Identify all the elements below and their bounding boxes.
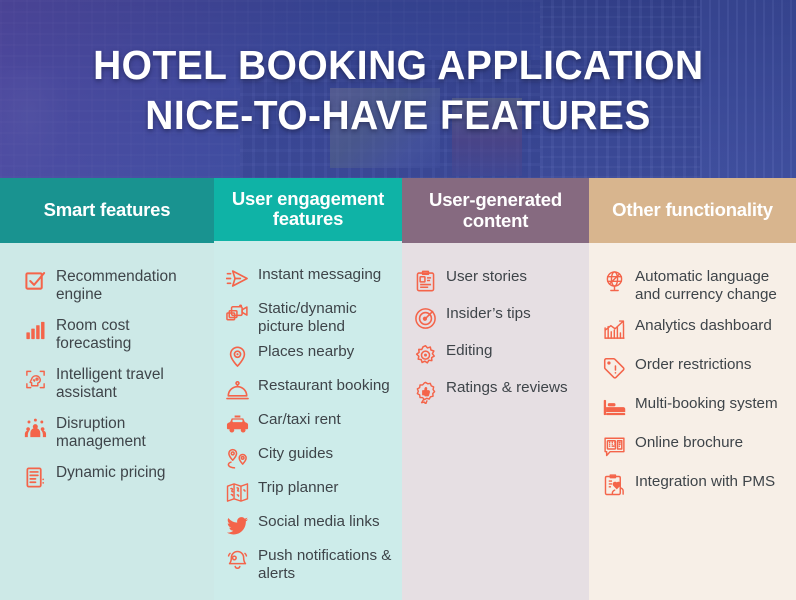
list-item[interactable]: Car/taxi rent [224, 410, 396, 437]
ai-head-icon [22, 366, 48, 392]
column-body-user-generated-content: User stories Insider’s tips Editing Rati… [402, 243, 589, 600]
list-item[interactable]: Editing [412, 341, 583, 368]
analytics-growth-icon [601, 317, 627, 343]
warning-tag-icon [601, 356, 627, 382]
page-title: HOTEL BOOKING APPLICATION NICE-TO-HAVE F… [0, 0, 796, 178]
list-item[interactable]: Instant messaging [224, 265, 396, 292]
list-item[interactable]: Room cost forecasting [22, 316, 206, 353]
list-item[interactable]: Disruption management [22, 414, 206, 451]
column-header-smart-features: Smart features [0, 178, 214, 243]
clipboard-hands-icon [601, 473, 627, 499]
list-item[interactable]: Dynamic pricing [22, 463, 206, 490]
price-list-icon [22, 464, 48, 490]
column-header-other-functionality: Other functionality [589, 178, 796, 243]
send-plane-icon [224, 266, 250, 292]
globe-stand-icon [601, 268, 627, 294]
list-item[interactable]: Push notifications & alerts [224, 546, 396, 583]
list-item-label: Recommendation engine [56, 268, 177, 304]
column-body-user-engagement: Instant messaging Static/dynamic picture… [214, 240, 402, 600]
list-item[interactable]: Social media links [224, 512, 396, 539]
list-item-label: Trip planner [258, 479, 339, 497]
two-pins-icon [224, 445, 250, 471]
column-header-label: Smart features [43, 199, 171, 221]
column-user-engagement-features: User engagement features Instant messagi… [214, 178, 402, 600]
column-body-other-functionality: Automatic language and currency change A… [589, 243, 796, 600]
list-item-label: Car/taxi rent [258, 411, 341, 429]
list-item[interactable]: Trip planner [224, 478, 396, 505]
column-header-user-engagement: User engagement features [214, 178, 402, 241]
checkbox-check-icon [22, 268, 48, 294]
twitter-bird-icon [224, 513, 250, 539]
list-item-label: Push notifications & alerts [258, 547, 392, 583]
list-item-label: City guides [258, 445, 334, 463]
list-item-label: Multi-booking system [635, 394, 778, 412]
feature-columns: Smart features Recommendation engine Roo… [0, 178, 796, 600]
bell-alert-icon [224, 547, 250, 573]
column-header-label: User engagement features [231, 187, 385, 230]
list-item[interactable]: City guides [224, 444, 396, 471]
service-bell-icon [224, 377, 250, 403]
column-user-generated-content: User-generated content User stories Insi… [402, 178, 589, 600]
list-item[interactable]: Analytics dashboard [601, 316, 788, 343]
list-item[interactable]: Insider’s tips [412, 304, 583, 331]
list-item-label: Social media links [258, 513, 380, 531]
list-item[interactable]: Order restrictions [601, 355, 788, 382]
list-item[interactable]: User stories [412, 267, 583, 294]
taxi-icon [224, 411, 250, 437]
list-item-label: Editing [446, 342, 493, 359]
column-body-smart-features: Recommendation engine Room cost forecast… [0, 243, 214, 600]
list-item[interactable]: Integration with PMS [601, 472, 788, 499]
brochure-chat-icon [601, 434, 627, 460]
list-item-label: Insider’s tips [446, 305, 531, 322]
list-item[interactable]: Ratings & reviews [412, 378, 583, 405]
bar-chart-icon [22, 317, 48, 343]
list-item-label: Places nearby [258, 343, 355, 361]
list-item-label: Static/dynamic picture blend [258, 299, 357, 335]
list-item-label: Integration with PMS [635, 472, 776, 490]
list-item[interactable]: Online brochure [601, 433, 788, 460]
list-item-label: Order restrictions [635, 355, 752, 373]
hero-banner: HOTEL BOOKING APPLICATION NICE-TO-HAVE F… [0, 0, 796, 178]
list-item[interactable]: Intelligent travel assistant [22, 365, 206, 402]
list-item-label: User stories [446, 268, 528, 285]
people-group-icon [22, 415, 48, 441]
list-item-label: Instant messaging [258, 265, 382, 283]
camera-photos-icon [224, 300, 250, 326]
list-item-label: Online brochure [635, 433, 744, 451]
map-pin-icon [224, 343, 250, 369]
page-title-line-1: HOTEL BOOKING APPLICATION [92, 42, 704, 89]
column-other-functionality: Other functionality Automatic language a… [589, 178, 796, 600]
list-item[interactable]: Automatic language and currency change [601, 267, 788, 304]
list-item-label: Disruption management [56, 415, 146, 451]
list-item[interactable]: Places nearby [224, 342, 396, 369]
list-item-label: Analytics dashboard [635, 316, 772, 334]
list-item[interactable]: Restaurant booking [224, 376, 396, 403]
bed-icon [601, 395, 627, 421]
thumbs-up-badge-icon [412, 379, 438, 405]
column-header-user-generated-content: User-generated content [402, 178, 589, 243]
column-header-label: Other functionality [612, 199, 773, 221]
list-item-label: Intelligent travel assistant [56, 366, 164, 402]
list-item-label: Room cost forecasting [56, 317, 132, 353]
list-item-label: Restaurant booking [258, 377, 390, 395]
list-item[interactable]: Static/dynamic picture blend [224, 299, 396, 336]
list-item[interactable]: Multi-booking system [601, 394, 788, 421]
infographic-root: HOTEL BOOKING APPLICATION NICE-TO-HAVE F… [0, 0, 796, 600]
list-item-label: Dynamic pricing [56, 464, 166, 482]
column-header-label: User-generated content [429, 188, 562, 231]
list-item-label: Automatic language and currency change [635, 268, 777, 303]
list-item-label: Ratings & reviews [446, 379, 568, 396]
target-circle-icon [412, 305, 438, 331]
page-title-line-2: NICE-TO-HAVE FEATURES [145, 92, 651, 138]
id-clipboard-icon [412, 268, 438, 294]
gear-icon [412, 342, 438, 368]
column-smart-features: Smart features Recommendation engine Roo… [0, 178, 214, 600]
list-item[interactable]: Recommendation engine [22, 267, 206, 304]
folded-map-icon [224, 479, 250, 505]
